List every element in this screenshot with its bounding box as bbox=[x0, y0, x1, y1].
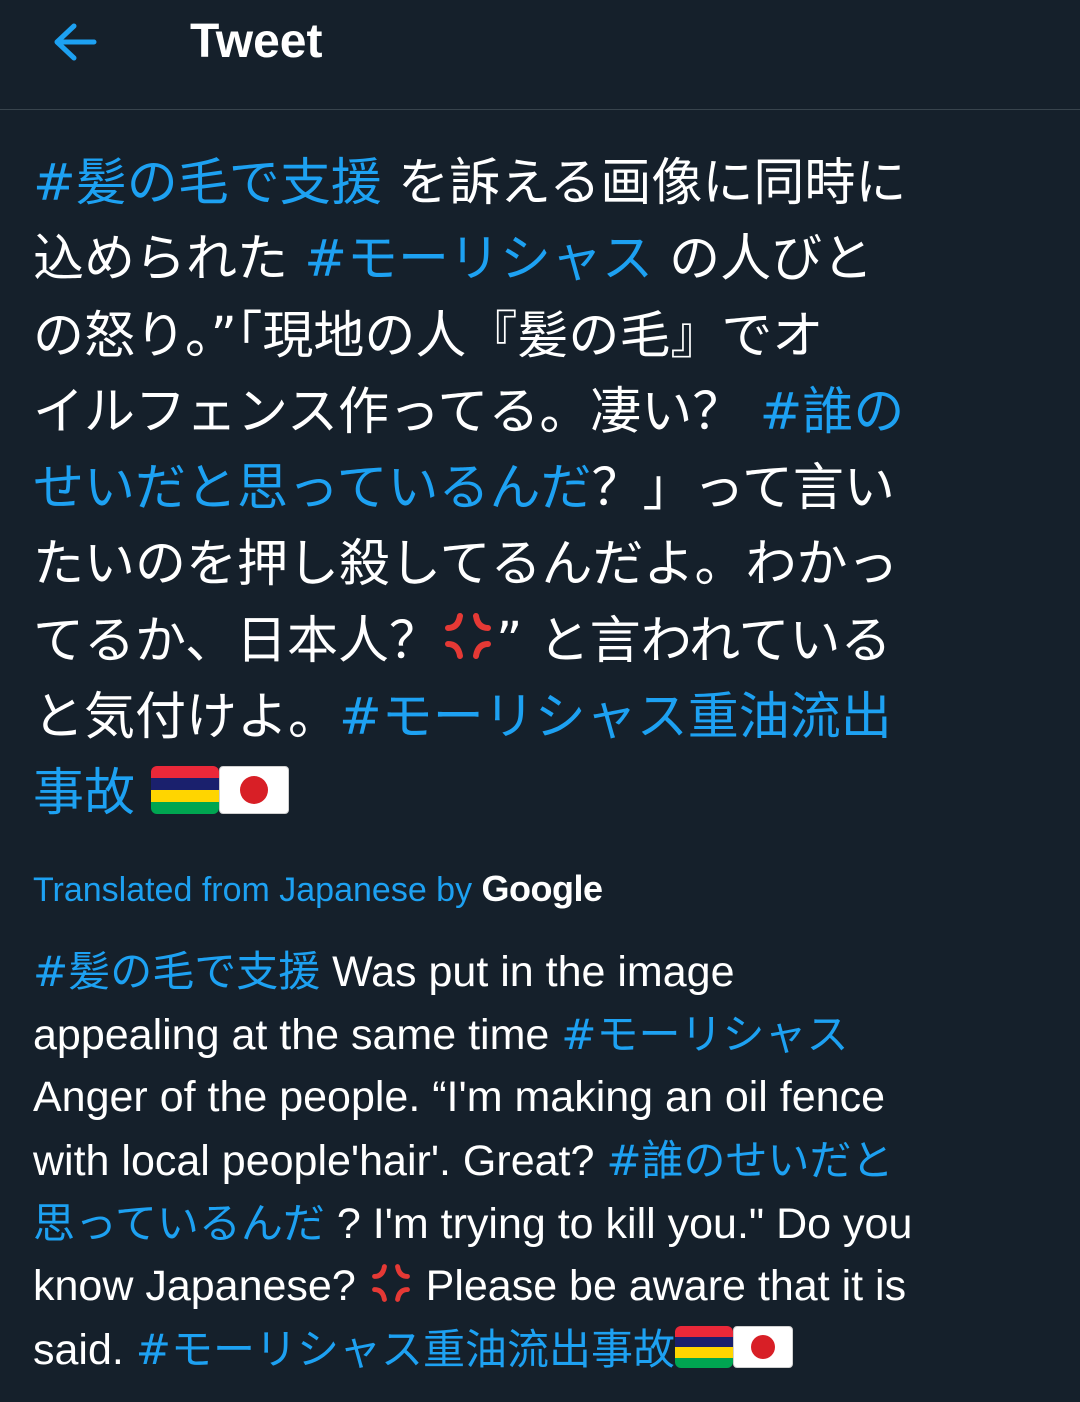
text-line: 思っているんだ ? I'm trying to kill you." Do yo… bbox=[33, 1192, 1063, 1255]
hashtag-link[interactable]: #モーリシャス bbox=[304, 230, 653, 289]
text-segment: と気付けよ。 bbox=[33, 688, 340, 748]
hashtag-link[interactable]: #髪の毛で支援 bbox=[33, 947, 320, 996]
hashtag-link[interactable]: 思っているんだ bbox=[33, 1199, 325, 1248]
text-segment: たいのを押し殺してるんだよ。わかっ bbox=[33, 535, 899, 595]
translated-text: #髪の毛で支援 Was put in the image appealing at… bbox=[33, 940, 1063, 1381]
text-line: と気付けよ。#モーリシャス重油流出 bbox=[33, 680, 1053, 756]
hashtag-link[interactable]: せいだと思っているんだ bbox=[33, 459, 591, 518]
text-segment: with local people'hair'. Great? bbox=[33, 1137, 607, 1185]
text-segment: の人びと bbox=[652, 230, 874, 290]
text-segment: ? I'm trying to kill you." Do you bbox=[324, 1200, 913, 1248]
text-segment: イルフェンス作ってる。凄い？ bbox=[33, 382, 760, 442]
text-line: 事故 bbox=[33, 756, 1053, 832]
hashtag-link[interactable]: #モーリシャス重油流出事故 bbox=[136, 1325, 675, 1374]
arrow-left-icon bbox=[54, 23, 97, 61]
text-line: appealing at the same time #モーリシャス bbox=[33, 1003, 1063, 1066]
text-line: イルフェンス作ってる。凄い？ #誰の bbox=[33, 375, 1053, 451]
text-line: said. #モーリシャス重油流出事故 bbox=[33, 1318, 1063, 1381]
flag-mauritius-icon bbox=[151, 766, 220, 815]
text-line: with local people'hair'. Great? #誰のせいだと bbox=[33, 1129, 1063, 1192]
text-segment: Anger of the people. “I'm making an oil … bbox=[33, 1073, 885, 1121]
flag-japan-icon bbox=[732, 1326, 793, 1368]
text-line: #髪の毛で支援 Was put in the image bbox=[33, 940, 1063, 1003]
text-line: #髪の毛で支援 を訴える画像に同時に bbox=[33, 146, 1053, 222]
anger-symbol-icon bbox=[368, 1260, 414, 1324]
flag-japan-icon bbox=[219, 766, 290, 815]
text-segment: 込められた bbox=[33, 230, 305, 290]
text-line: 込められた #モーリシャス の人びと bbox=[33, 222, 1053, 298]
top-bar: Tweet bbox=[0, 0, 1080, 110]
text-segment: Was put in the image bbox=[320, 948, 735, 996]
text-line: たいのを押し殺してるんだよ。わかっ bbox=[33, 527, 1053, 603]
text-segment: ？」って言い bbox=[591, 459, 895, 519]
google-logo: Google bbox=[481, 868, 604, 909]
hashtag-link[interactable]: #誰のせいだと bbox=[606, 1136, 893, 1185]
text-line: know Japanese? Please be aware that it i… bbox=[33, 1255, 1063, 1318]
tweet-text: #髪の毛で支援 を訴える画像に同時に 込められた #モーリシャス の人びと の怒り。… bbox=[33, 146, 1053, 833]
text-segment: を訴える画像に同時に bbox=[381, 154, 907, 213]
anger-symbol-icon bbox=[440, 608, 496, 686]
text-segment: Please be aware that it is bbox=[413, 1262, 907, 1310]
translation-attribution[interactable]: Translated from Japanese by Google bbox=[33, 866, 603, 913]
text-segment: know Japanese? bbox=[33, 1262, 368, 1310]
translation-label: Translated from Japanese by bbox=[33, 871, 482, 909]
text-line: せいだと思っているんだ？」って言い bbox=[33, 451, 1053, 527]
text-line: てるか、日本人？ ” と言われている bbox=[33, 604, 1053, 680]
flag-mauritius-icon bbox=[674, 1326, 733, 1368]
text-segment: ” と言われている bbox=[495, 611, 892, 671]
text-segment: appealing at the same time bbox=[33, 1011, 562, 1059]
back-button[interactable] bbox=[40, 12, 110, 72]
hashtag-link[interactable]: 事故 bbox=[33, 764, 135, 823]
text-segment: said. bbox=[33, 1326, 136, 1374]
hashtag-link[interactable]: #モーリシャス bbox=[561, 1010, 848, 1059]
text-segment bbox=[135, 764, 151, 823]
page-title: Tweet bbox=[190, 15, 323, 68]
text-segment: てるか、日本人？ bbox=[33, 611, 440, 671]
hashtag-link[interactable]: #モーリシャス重油流出 bbox=[339, 688, 892, 747]
hashtag-link[interactable]: #髪の毛で支援 bbox=[33, 154, 382, 213]
hashtag-link[interactable]: #誰の bbox=[760, 383, 905, 442]
text-line: Anger of the people. “I'm making an oil … bbox=[33, 1066, 1063, 1129]
text-line: の怒り。”「現地の人『髪の毛』でオ bbox=[33, 299, 1053, 375]
text-segment: の怒り。”「現地の人『髪の毛』でオ bbox=[33, 306, 824, 366]
